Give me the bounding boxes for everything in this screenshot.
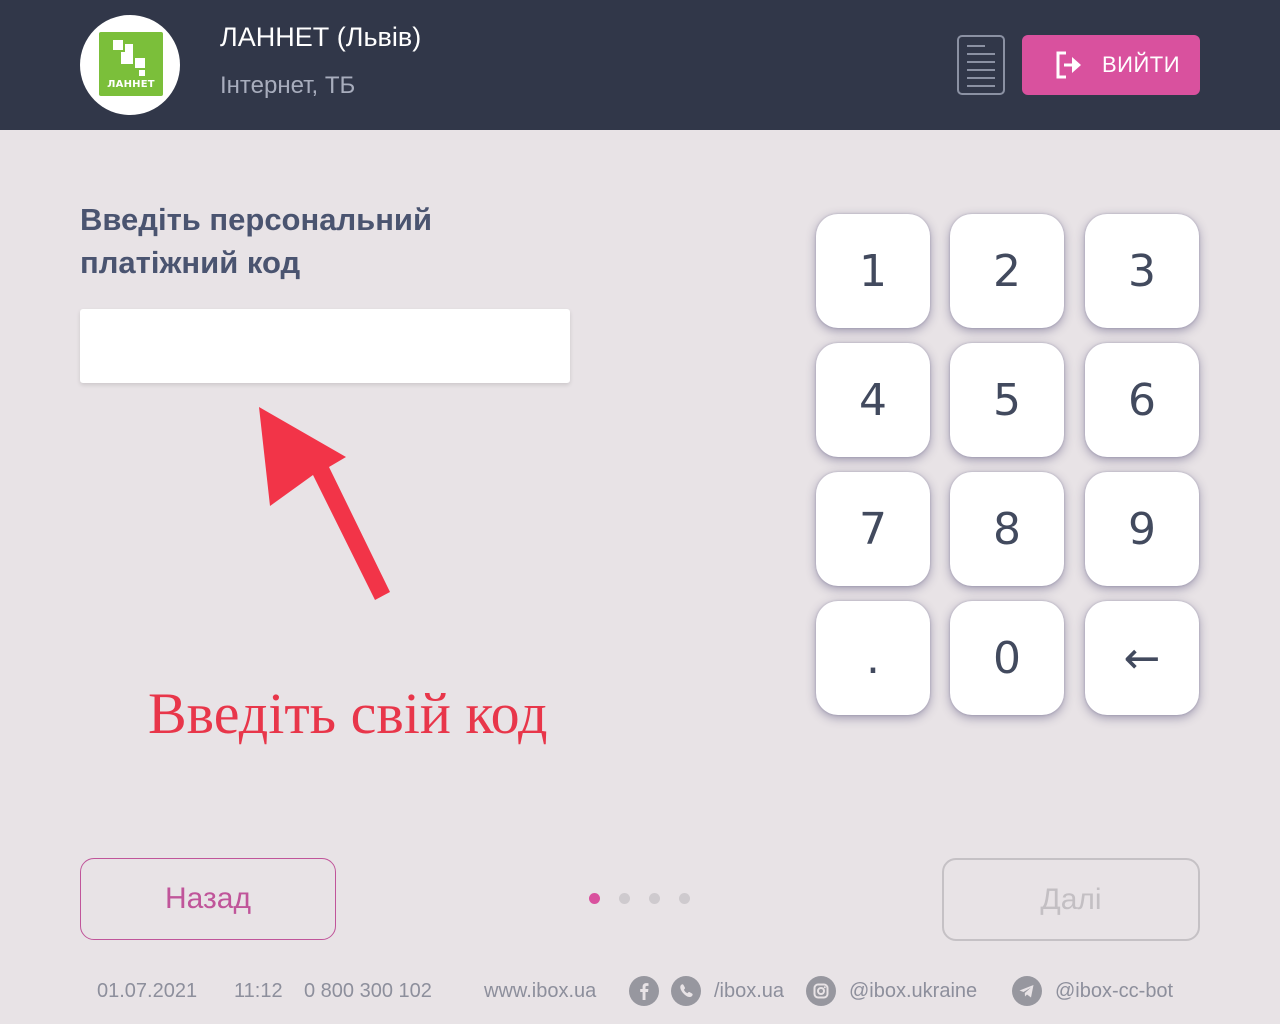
exit-button[interactable]: ВИЙТИ — [1022, 35, 1200, 95]
footer-telegram: @ibox-cc-bot — [1055, 980, 1174, 1002]
provider-logo: ЛАННЕТ — [80, 15, 180, 115]
provider-category: Інтернет, ТБ — [220, 72, 356, 99]
key-4[interactable]: 4 — [816, 343, 930, 457]
next-button[interactable]: Далі — [942, 858, 1200, 941]
key-9[interactable]: 9 — [1085, 472, 1199, 586]
key-6[interactable]: 6 — [1085, 343, 1199, 457]
key-1[interactable]: 1 — [816, 214, 930, 328]
provider-name: ЛАННЕТ (Львів) — [220, 22, 422, 52]
red-arrow-icon — [259, 407, 390, 600]
footer-instagram: @ibox.ukraine — [849, 980, 978, 1002]
footer-phone: 0 800 300 102 — [304, 980, 432, 1002]
footer-website: www.ibox.ua — [484, 980, 597, 1002]
key-dot[interactable]: . — [816, 601, 930, 715]
annotation-text: Введіть свій код — [148, 681, 548, 746]
exit-label: ВИЙТИ — [1102, 52, 1181, 77]
key-5[interactable]: 5 — [950, 343, 1064, 457]
viber-icon — [671, 976, 701, 1006]
logo-text: ЛАННЕТ — [107, 79, 155, 90]
footer-facebook-viber: /ibox.ua — [714, 980, 785, 1002]
key-0[interactable]: 0 — [950, 601, 1064, 715]
page-dot — [619, 893, 630, 904]
payment-code-input[interactable] — [80, 309, 570, 383]
key-7[interactable]: 7 — [816, 472, 930, 586]
key-2[interactable]: 2 — [950, 214, 1064, 328]
back-button[interactable]: Назад — [80, 858, 336, 940]
telegram-icon — [1012, 976, 1042, 1006]
facebook-icon — [629, 976, 659, 1006]
instagram-icon — [806, 976, 836, 1006]
footer-time: 11:12 — [234, 980, 283, 1002]
key-8[interactable]: 8 — [950, 472, 1064, 586]
key-3[interactable]: 3 — [1085, 214, 1199, 328]
code-prompt-title: Введіть персональний платіжний код — [80, 202, 433, 280]
page-dot — [679, 893, 690, 904]
page-dot-active — [589, 893, 600, 904]
key-backspace[interactable]: ← — [1085, 601, 1199, 715]
receipt-button[interactable] — [957, 35, 1005, 95]
exit-icon — [1056, 51, 1081, 79]
footer-date: 01.07.2021 — [97, 980, 198, 1002]
header-bar: ЛАННЕТ ЛАННЕТ (Львів) Інтернет, ТБ ВИЙТИ — [0, 0, 1280, 130]
lannet-logo-icon: ЛАННЕТ — [99, 32, 163, 96]
page-dot — [649, 893, 660, 904]
